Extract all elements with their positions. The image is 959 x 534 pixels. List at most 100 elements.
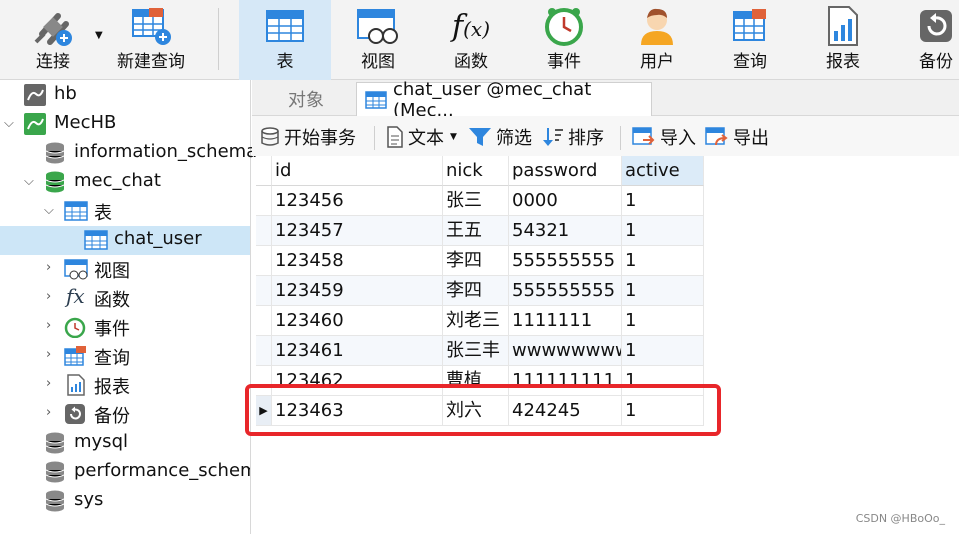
- row-marker[interactable]: [256, 186, 272, 216]
- text-button[interactable]: 文本 ▼: [386, 124, 457, 150]
- tree-item-hb[interactable]: hb: [0, 81, 250, 110]
- tree-item-reports[interactable]: › 报表: [0, 371, 250, 400]
- tree-item-mysql[interactable]: mysql: [0, 429, 250, 458]
- tree-item-mechb[interactable]: ⌵ MecHB: [0, 110, 250, 139]
- table-row[interactable]: 123456 张三 0000 1: [256, 186, 704, 216]
- sort-label: 排序: [568, 128, 604, 149]
- tree-item-performance-schema[interactable]: performance_schema: [0, 458, 250, 487]
- view-button[interactable]: 视图: [340, 0, 416, 80]
- cell-id[interactable]: 123456: [272, 186, 443, 216]
- column-header-password[interactable]: password: [509, 156, 622, 186]
- tab-objects[interactable]: 对象: [288, 82, 324, 116]
- function-button[interactable]: f(x) 函数: [433, 0, 509, 80]
- tree-label: chat_user: [114, 228, 202, 249]
- chevron-right-icon[interactable]: ›: [46, 318, 51, 333]
- tree-item-chat-user[interactable]: chat_user: [0, 226, 250, 255]
- tree-item-views[interactable]: › 视图: [0, 255, 250, 284]
- chevron-right-icon[interactable]: ›: [46, 347, 51, 362]
- grid-header-row: id nick password active: [256, 156, 704, 186]
- cell-nick[interactable]: 李四: [443, 276, 509, 306]
- table-row[interactable]: 123459 李四 555555555 1: [256, 276, 704, 306]
- cell-nick[interactable]: 李四: [443, 246, 509, 276]
- begin-transaction-label: 开始事务: [284, 128, 356, 149]
- connect-button[interactable]: 连接: [18, 0, 88, 80]
- tree-label: 报表: [94, 377, 130, 398]
- export-button[interactable]: 导出: [705, 124, 769, 150]
- cell-nick[interactable]: 刘老三: [443, 306, 509, 336]
- tree-item-functions[interactable]: › fx 函数: [0, 284, 250, 313]
- row-marker[interactable]: [256, 336, 272, 366]
- cell-id[interactable]: 123459: [272, 276, 443, 306]
- tree-label: 事件: [94, 319, 130, 340]
- chevron-down-icon[interactable]: ⌵: [44, 203, 54, 218]
- cell-password[interactable]: 1111111: [509, 306, 622, 336]
- tree-item-tables[interactable]: ⌵ 表: [0, 197, 250, 226]
- report-button[interactable]: 报表: [805, 0, 881, 80]
- user-icon: [637, 0, 677, 52]
- query-button[interactable]: 查询: [712, 0, 788, 80]
- chevron-right-icon[interactable]: ›: [46, 289, 51, 304]
- chevron-down-icon[interactable]: ⌵: [24, 174, 34, 189]
- connect-dropdown-icon[interactable]: ▼: [95, 30, 103, 41]
- cell-password[interactable]: 555555555: [509, 246, 622, 276]
- cell-id[interactable]: 123460: [272, 306, 443, 336]
- cell-password[interactable]: 54321: [509, 216, 622, 246]
- tree-label: 查询: [94, 348, 130, 369]
- tree-label: MecHB: [54, 112, 117, 133]
- begin-transaction-button[interactable]: 开始事务: [260, 124, 356, 150]
- cell-active[interactable]: 1: [622, 306, 704, 336]
- chevron-right-icon[interactable]: ›: [46, 376, 51, 391]
- chevron-down-icon[interactable]: ⌵: [4, 116, 14, 131]
- row-marker[interactable]: [256, 306, 272, 336]
- tree-item-information-schema[interactable]: information_schema: [0, 139, 257, 168]
- import-button[interactable]: 导入: [632, 124, 696, 150]
- chevron-right-icon[interactable]: ›: [46, 260, 51, 275]
- backup-button[interactable]: 备份: [898, 0, 959, 80]
- cell-nick[interactable]: 张三丰: [443, 336, 509, 366]
- chevron-down-icon[interactable]: ▼: [450, 132, 457, 142]
- cell-password[interactable]: 555555555: [509, 276, 622, 306]
- cell-password[interactable]: 0000: [509, 186, 622, 216]
- tree-label: performance_schema: [74, 460, 250, 481]
- user-button[interactable]: 用户: [619, 0, 695, 80]
- cell-password[interactable]: wwwwwwww: [509, 336, 622, 366]
- table-row[interactable]: 123460 刘老三 1111111 1: [256, 306, 704, 336]
- tree-item-mec-chat[interactable]: ⌵ mec_chat: [0, 168, 250, 197]
- event-button[interactable]: 事件: [526, 0, 602, 80]
- table-row[interactable]: 123457 王五 54321 1: [256, 216, 704, 246]
- toolbar-divider: [374, 126, 375, 150]
- cell-active[interactable]: 1: [622, 246, 704, 276]
- cell-nick[interactable]: 王五: [443, 216, 509, 246]
- row-marker[interactable]: [256, 216, 272, 246]
- cell-active[interactable]: 1: [622, 336, 704, 366]
- tree-label: 备份: [94, 406, 130, 427]
- tree-item-sys[interactable]: sys: [0, 487, 250, 516]
- row-marker[interactable]: [256, 276, 272, 306]
- cell-id[interactable]: 123457: [272, 216, 443, 246]
- watermark: CSDN @HBoOo_: [855, 512, 945, 525]
- tab-chat-user[interactable]: chat_user @mec_chat (Mec...: [356, 79, 652, 121]
- table-row[interactable]: 123461 张三丰 wwwwwwww 1: [256, 336, 704, 366]
- column-header-nick[interactable]: nick: [443, 156, 509, 186]
- new-query-button[interactable]: 新建查询: [110, 0, 192, 80]
- column-header-active[interactable]: active: [622, 156, 704, 186]
- sort-button[interactable]: 排序: [542, 124, 604, 150]
- column-header-id[interactable]: id: [272, 156, 443, 186]
- backup-icon: [917, 0, 955, 52]
- filter-button[interactable]: 筛选: [468, 124, 532, 150]
- tree-item-backups[interactable]: › 备份: [0, 400, 250, 429]
- cell-id[interactable]: 123461: [272, 336, 443, 366]
- row-marker[interactable]: [256, 246, 272, 276]
- cell-id[interactable]: 123458: [272, 246, 443, 276]
- cell-active[interactable]: 1: [622, 276, 704, 306]
- cell-active[interactable]: 1: [622, 216, 704, 246]
- table-row[interactable]: 123458 李四 555555555 1: [256, 246, 704, 276]
- cell-active[interactable]: 1: [622, 186, 704, 216]
- user-label: 用户: [640, 52, 674, 72]
- tree-item-events[interactable]: › 事件: [0, 313, 250, 342]
- table-button[interactable]: 表: [239, 0, 331, 80]
- tree-item-queries[interactable]: › 查询: [0, 342, 250, 371]
- tree-label: mec_chat: [74, 170, 161, 191]
- chevron-right-icon[interactable]: ›: [46, 405, 51, 420]
- cell-nick[interactable]: 张三: [443, 186, 509, 216]
